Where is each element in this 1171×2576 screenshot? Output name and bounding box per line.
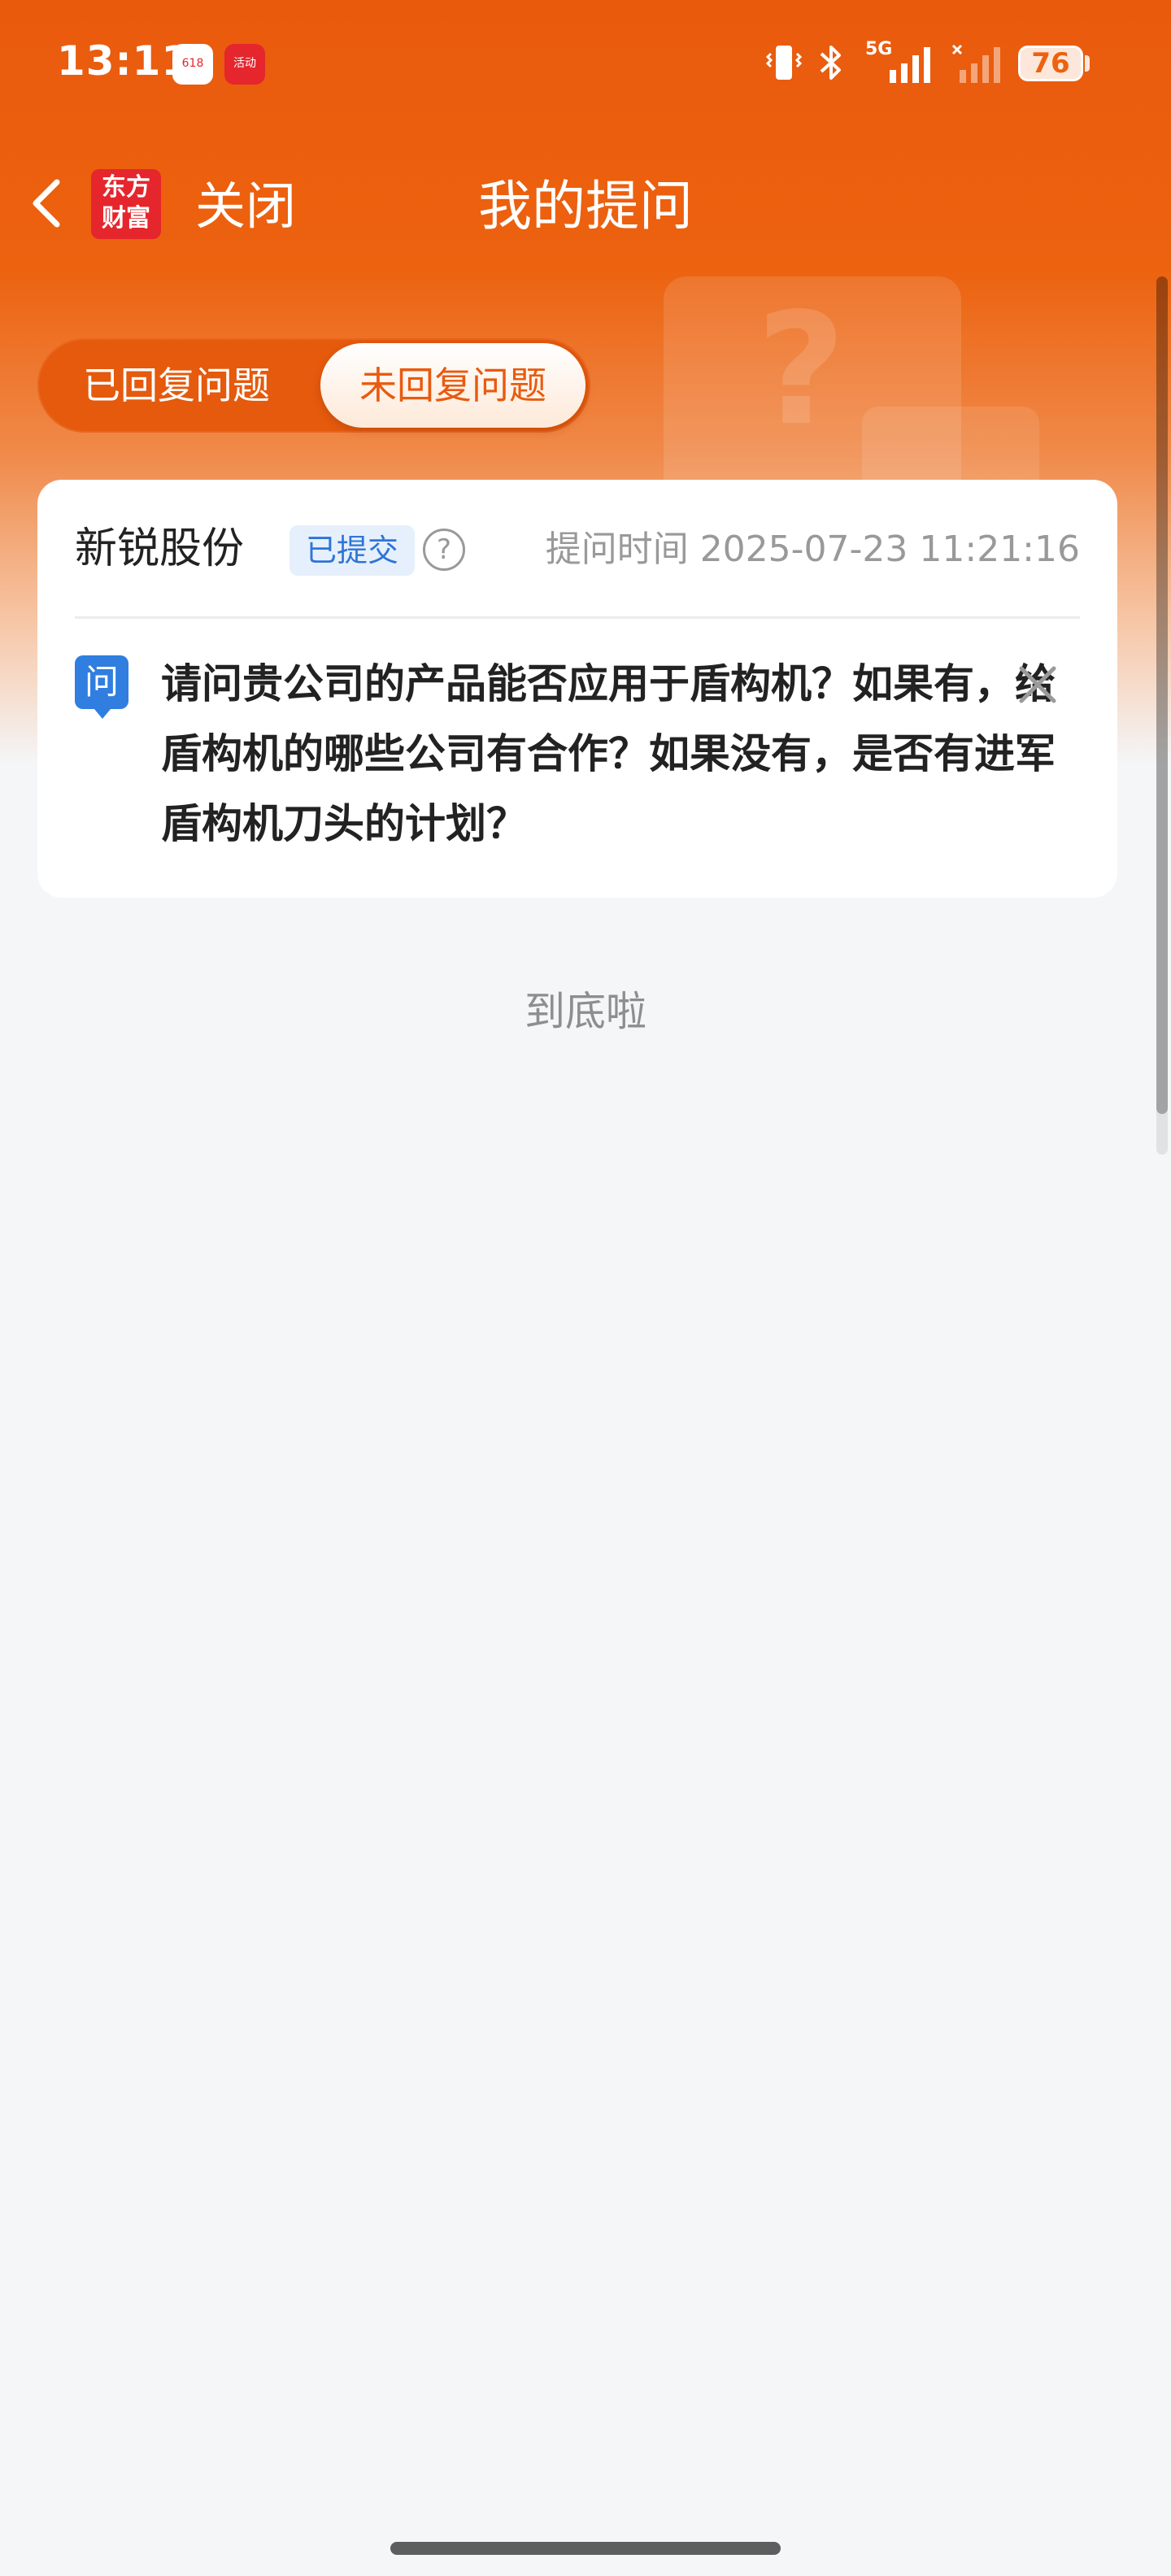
question-tag-tail [94, 709, 111, 719]
card-divider [75, 616, 1080, 619]
status-time: 13:11 [57, 37, 191, 85]
page-title: 我的提问 [478, 175, 693, 237]
ask-timestamp: 提问时间 2025-07-23 11:21:16 [545, 529, 1080, 570]
close-icon[interactable] [1013, 660, 1062, 709]
battery-icon: 76 [1018, 46, 1083, 81]
bluetooth-icon [820, 46, 841, 80]
tab-unreplied[interactable]: 未回复问题 [320, 343, 586, 428]
question-card[interactable]: 新锐股份 已提交 ? 提问时间 2025-07-23 11:21:16 问 请问… [37, 480, 1117, 898]
decorative-question-mark-icon: ? [756, 280, 847, 459]
home-indicator[interactable] [390, 2542, 781, 2555]
question-text: 请问贵公司的产品能否应用于盾构机？如果有，给盾构机的哪些公司有合作？如果没有，是… [161, 660, 1056, 847]
signal-no-sim-icon [951, 44, 1000, 83]
signal-icon [890, 47, 930, 83]
vibrate-icon [766, 46, 802, 80]
status-badge: 已提交 [289, 525, 416, 576]
app-notification-icon: 618 [172, 44, 213, 85]
navigation-bar: 东方 财富 关闭 我的提问 [0, 146, 1171, 260]
end-of-list-text: 到底啦 [525, 988, 646, 1035]
company-name[interactable]: 新锐股份 [75, 520, 244, 577]
tab-replied[interactable]: 已回复问题 [42, 343, 311, 428]
question-circle-icon[interactable]: ? [423, 529, 465, 571]
battery-tip [1085, 55, 1090, 72]
tab-switcher: 已回复问题 未回复问题 [37, 338, 590, 433]
app-notification-icon-2: 活动 [224, 44, 265, 85]
status-bar: 13:11 618 活动 5G 76 [0, 0, 1171, 130]
question-tag-icon: 问 [75, 655, 128, 709]
